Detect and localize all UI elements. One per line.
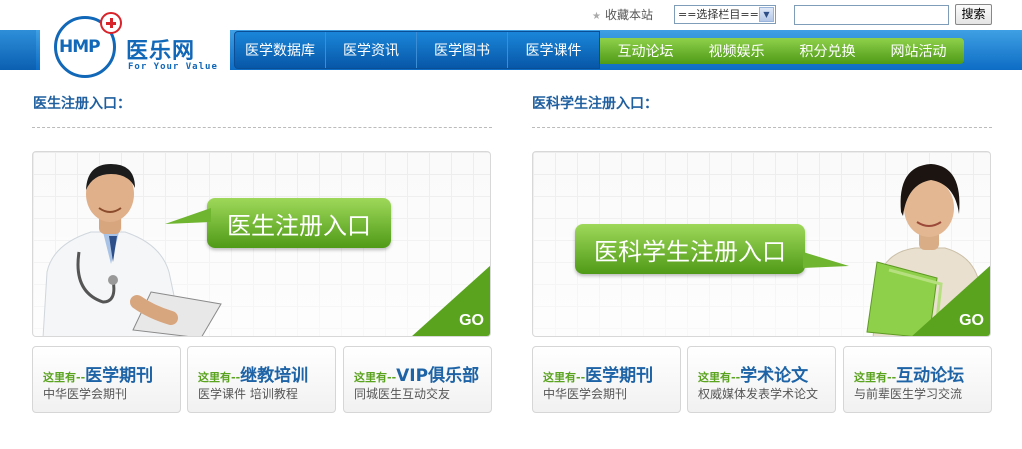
logo-name: 医乐网 [126,39,196,64]
card-title: 这里有--医学期刊 [543,361,653,386]
card-prefix: 这里有-- [543,371,586,384]
bubble-tail [165,208,211,224]
site-logo[interactable]: HMP 医乐网 For Your Value [40,12,230,80]
card-medical-journals[interactable]: 这里有--医学期刊 中华医学会期刊 [32,346,181,413]
card-prefix: 这里有-- [43,371,86,384]
nav-item-site-events[interactable]: 网站活动 [873,38,964,64]
doctor-register-label: 医生注册入口 [227,211,371,240]
doctor-register-banner[interactable]: 医生注册入口 GO [32,151,491,337]
column-select-value: ==选择栏目== [678,8,759,21]
card-heading: VIP俱乐部 [396,366,480,386]
doctor-illustration [42,164,222,336]
search-button[interactable]: 搜索 [955,4,992,25]
card-heading: 医学期刊 [85,366,154,386]
card-heading: 医学期刊 [585,366,654,386]
card-medical-journals[interactable]: 这里有--医学期刊 中华医学会期刊 [532,346,681,413]
nav-item-forum[interactable]: 互动论坛 [600,38,691,64]
card-heading: 互动论坛 [896,366,965,386]
card-continuing-education[interactable]: 这里有--继教培训 医学课件 培训教程 [187,346,336,413]
search-input[interactable] [794,5,949,25]
nav-item-medical-database[interactable]: 医学数据库 [235,32,326,68]
go-button[interactable]: GO [459,312,484,330]
card-subtitle: 与前辈医生学习交流 [854,387,963,401]
chevron-down-icon: ▼ [759,7,774,22]
doctor-register-bubble[interactable]: 医生注册入口 [207,198,391,248]
card-prefix: 这里有-- [854,371,897,384]
nav-group-green: 互动论坛 视频娱乐 积分兑换 网站活动 [600,38,964,64]
student-register-label: 医科学生注册入口 [594,237,786,266]
section-divider [532,127,992,128]
card-prefix: 这里有-- [198,371,241,384]
medical-cross-icon [100,12,122,34]
go-button[interactable]: GO [959,312,984,330]
main-nav: 医学数据库 医学资讯 医学图书 医学课件 互动论坛 视频娱乐 积分兑换 网站活动 [234,30,964,70]
card-heading: 学术论文 [740,366,809,386]
card-heading: 继教培训 [240,366,309,386]
nav-item-video[interactable]: 视频娱乐 [691,38,782,64]
student-register-banner[interactable]: 医科学生注册入口 GO [532,151,991,337]
nav-item-points-exchange[interactable]: 积分兑换 [782,38,873,64]
section-divider [32,127,492,128]
card-title: 这里有--医学期刊 [43,361,153,386]
card-subtitle: 权威媒体发表学术论文 [698,387,819,401]
nav-item-medical-books[interactable]: 医学图书 [417,32,508,68]
nav-group-blue: 医学数据库 医学资讯 医学图书 医学课件 [234,31,600,69]
card-subtitle: 医学课件 培训教程 [198,387,298,401]
card-academic-papers[interactable]: 这里有--学术论文 权威媒体发表学术论文 [687,346,836,413]
card-title: 这里有--学术论文 [698,361,808,386]
bubble-tail [803,252,849,268]
bookmark-star-icon: ★ [592,11,601,22]
header-band-left [0,30,36,70]
card-prefix: 这里有-- [354,371,397,384]
card-interactive-forum[interactable]: 这里有--互动论坛 与前辈医生学习交流 [843,346,992,413]
card-prefix: 这里有-- [698,371,741,384]
student-register-bubble[interactable]: 医科学生注册入口 [575,224,805,274]
nav-item-medical-courseware[interactable]: 医学课件 [508,32,599,68]
card-vip-club[interactable]: 这里有--VIP俱乐部 同城医生互动交友 [343,346,492,413]
doctor-section-title: 医生注册入口： [33,96,131,112]
card-title: 这里有--VIP俱乐部 [354,361,479,386]
logo-mark-text: HMP [59,37,101,57]
card-title: 这里有--继教培训 [198,361,308,386]
card-subtitle: 中华医学会期刊 [43,387,128,401]
student-section-title: 医科学生注册入口： [532,96,658,112]
card-title: 这里有--互动论坛 [854,361,964,386]
column-select[interactable]: ==选择栏目== ▼ [674,5,776,24]
bookmark-site-label: 收藏本站 [604,8,653,22]
card-subtitle: 同城医生互动交友 [354,387,451,401]
card-subtitle: 中华医学会期刊 [543,387,628,401]
logo-slogan: For Your Value [128,62,218,72]
bookmark-site-link[interactable]: ★ 收藏本站 [592,6,653,23]
nav-item-medical-news[interactable]: 医学资讯 [326,32,417,68]
